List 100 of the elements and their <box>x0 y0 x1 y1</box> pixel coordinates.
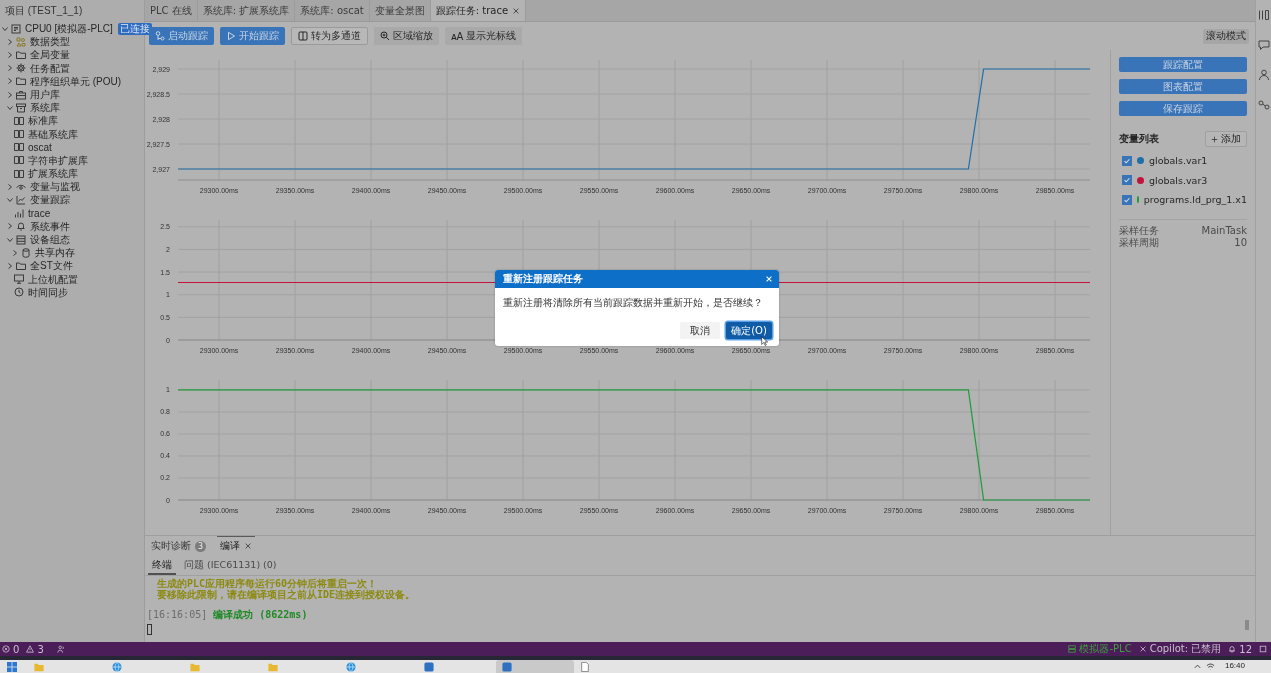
panel-subtab[interactable]: 问题 (IEC61131) (0) <box>180 557 281 575</box>
chevron-down-icon[interactable] <box>6 196 14 205</box>
clock[interactable]: 16:40 <box>1224 661 1245 670</box>
tree-item[interactable]: 时间同步 <box>0 285 68 299</box>
sidebar-title: 项目 (TEST_1_1) <box>4 4 83 18</box>
bell-icon[interactable] <box>1228 645 1237 653</box>
tree-item[interactable]: 系统事件 <box>0 219 70 233</box>
terminal-line: 生成的PLC应用程序每运行60分钟后将重启一次！ <box>156 579 379 589</box>
count-badge: 3 <box>195 540 206 552</box>
server-icon[interactable] <box>1068 645 1077 653</box>
chevron-right-icon[interactable] <box>6 64 14 73</box>
chevron-right-icon[interactable] <box>6 50 14 59</box>
list-icon <box>16 234 26 245</box>
warning-count[interactable]: 3 <box>37 643 44 655</box>
chevron-right-icon[interactable] <box>6 90 14 99</box>
tree-item[interactable]: CPU0 [模拟器-PLC] 已连接 <box>0 22 152 36</box>
editor-tab[interactable]: PLC 在线 <box>145 0 198 21</box>
notification-count[interactable]: 12 <box>1239 643 1252 655</box>
tree-item[interactable]: 变量跟踪 <box>0 193 70 207</box>
clock-icon <box>14 287 24 298</box>
book-icon <box>14 142 24 153</box>
tree-item[interactable]: trace <box>0 206 51 220</box>
broadcast-icon[interactable] <box>56 645 65 653</box>
tree-item[interactable]: 基础系统库 <box>0 127 78 141</box>
toolbar-button[interactable]: 转为多通道 <box>291 27 368 45</box>
globe-icon[interactable] <box>346 662 356 672</box>
chevron-right-icon[interactable] <box>6 182 14 191</box>
checkbox[interactable] <box>1122 175 1132 186</box>
dialog-button[interactable]: 确定(O) <box>726 322 772 339</box>
shapes-icon <box>16 36 26 47</box>
dialog-button[interactable]: 取消 <box>680 322 720 339</box>
chevron-right-icon[interactable] <box>6 222 14 231</box>
chevron-down-icon[interactable] <box>6 103 14 112</box>
tree-item[interactable]: 设备组态 <box>0 233 70 247</box>
tree-item[interactable]: 共享内存 <box>0 246 75 260</box>
app-tile-icon[interactable] <box>502 662 512 672</box>
x-mark-icon[interactable] <box>1138 645 1147 653</box>
tree-item[interactable]: 上位机配置 <box>0 272 78 286</box>
tree-item[interactable]: 数据类型 <box>0 35 70 49</box>
section-title: 变量列表 <box>1119 132 1159 146</box>
add-button[interactable]: 添加 <box>1205 131 1247 147</box>
chevron-down-icon[interactable] <box>1 24 9 33</box>
chevron-right-icon[interactable] <box>6 261 14 270</box>
chevron-right-icon[interactable] <box>6 77 14 86</box>
checkbox[interactable] <box>1122 155 1132 166</box>
toolbar-button[interactable]: 区域缩放 <box>374 27 439 45</box>
book-icon <box>14 155 24 166</box>
close-icon[interactable] <box>244 542 252 550</box>
toolbar-button[interactable]: ᴀA 显示光标线 <box>445 27 522 45</box>
archive-icon <box>16 102 26 113</box>
warning-icon[interactable] <box>26 645 35 653</box>
editor-tab[interactable]: 系统库: oscat <box>295 0 370 21</box>
tree-item[interactable]: 程序组织单元 (POU) <box>0 74 122 88</box>
editor-tab[interactable]: 变量全景图 <box>369 0 431 21</box>
tree-item[interactable]: oscat <box>0 140 52 154</box>
tree-item[interactable]: 全局变量 <box>0 48 70 62</box>
close-icon[interactable] <box>512 6 521 15</box>
error-icon[interactable] <box>2 645 10 653</box>
tree-item[interactable]: 变量与监视 <box>0 180 80 194</box>
chevron-right-icon[interactable] <box>11 248 19 257</box>
terminal-message: 编译成功 (8622ms) <box>213 610 308 621</box>
tree-item[interactable]: 全ST文件 <box>0 259 73 273</box>
document-icon[interactable] <box>580 662 590 672</box>
chevron-right-icon[interactable] <box>6 37 14 46</box>
bar-chart-icon <box>14 208 24 219</box>
wifi-icon[interactable] <box>1205 662 1215 671</box>
chevron-up-icon[interactable] <box>1192 662 1202 671</box>
panel-tab[interactable]: 实时诊断 3 <box>148 536 209 555</box>
folder-icon <box>16 260 26 271</box>
tree-item[interactable]: 任务配置 <box>0 61 70 75</box>
property-value: 10 <box>1234 236 1247 249</box>
chat-icon[interactable] <box>1258 39 1270 51</box>
text-size-glyph: ᴀA <box>451 30 463 42</box>
tree-item[interactable]: 扩展系统库 <box>0 167 78 181</box>
target-status[interactable]: 模拟器-PLC <box>1079 642 1132 656</box>
app-tile-icon[interactable] <box>424 662 434 672</box>
account-icon[interactable] <box>1258 69 1270 81</box>
property-label: 采样任务 <box>1119 224 1159 237</box>
error-count[interactable]: 0 <box>13 643 20 655</box>
tree-item[interactable]: 系统库 <box>0 101 60 115</box>
square-icon[interactable] <box>1259 645 1267 653</box>
mode-button[interactable]: 滚动模式 <box>1203 28 1249 44</box>
taskbar-button[interactable] <box>496 660 574 673</box>
link-icon[interactable] <box>1258 99 1270 111</box>
editor-tab[interactable]: 跟踪任务: trace <box>430 0 527 21</box>
scrollbar-thumb[interactable] <box>1245 620 1249 630</box>
panel-tab[interactable]: 编译 <box>217 536 255 555</box>
nodes-icon <box>155 31 165 41</box>
four-squares-icon[interactable] <box>7 662 17 672</box>
globe-icon[interactable] <box>112 662 122 672</box>
chevron-down-icon[interactable] <box>6 235 14 244</box>
panel-subtab[interactable]: 终端 <box>148 557 176 575</box>
panel-icon[interactable] <box>1258 9 1270 21</box>
copilot-status[interactable]: Copilot: 已禁用 <box>1149 642 1222 656</box>
tree-item[interactable]: 字符串扩展库 <box>0 153 88 168</box>
editor-tab[interactable]: 系统库: 扩展系统库 <box>197 0 296 21</box>
tree-item[interactable]: 用户库 <box>0 87 60 102</box>
dialog-title: 重新注册跟踪任务 <box>503 272 583 286</box>
checkbox[interactable] <box>1122 194 1132 205</box>
tree-item[interactable]: 标准库 <box>0 114 58 128</box>
